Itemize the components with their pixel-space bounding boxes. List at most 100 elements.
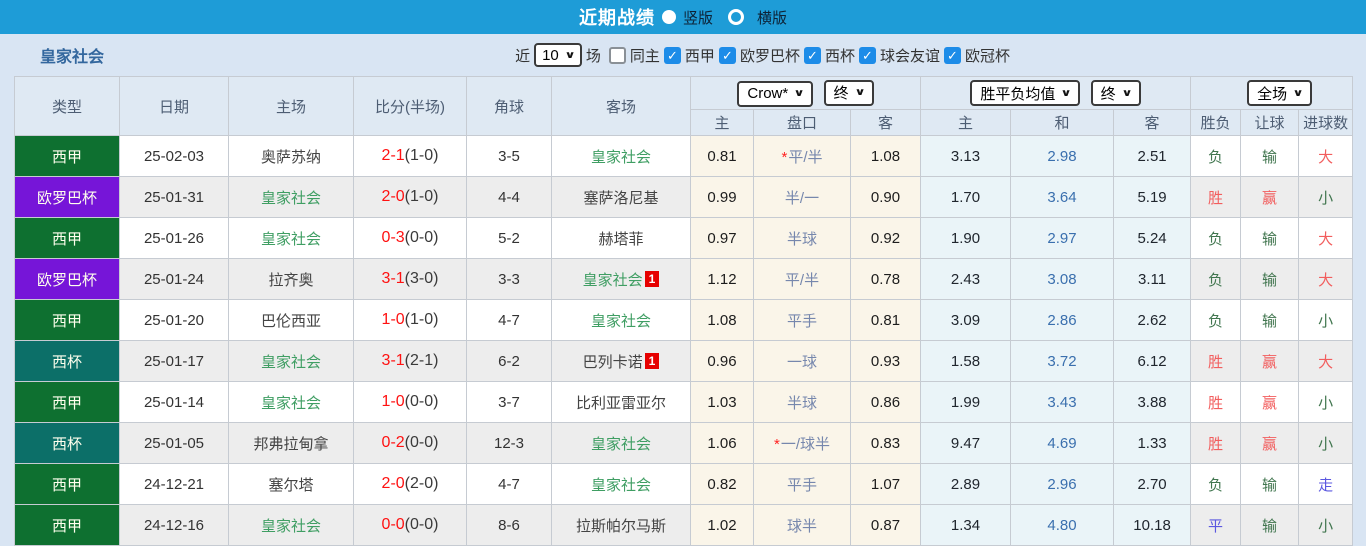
star-icon: * xyxy=(781,148,788,166)
avg-stage-select[interactable]: 终 ∨ xyxy=(1090,80,1141,106)
league-checkbox[interactable]: ✓ xyxy=(858,46,876,64)
table-row: 西甲 25-01-20 巴伦西亚 1-0(1-0) 4-7 皇家社会 1.08 平手 0.81 3… xyxy=(14,299,1354,341)
league-badge: 欧罗巴杯 xyxy=(14,176,120,218)
odds-home: 0.81 xyxy=(690,135,754,177)
filter-bar: 皇家社会 近 10 ∨ 场 同主 ✓ 西甲 ✓ 欧罗巴杯 ✓ 西杯 ✓ 球会友谊 ✓ 欧冠杯 xyxy=(0,34,1366,76)
odds-stage-select[interactable]: 终 ∨ xyxy=(823,79,874,106)
sub-header-odds-home: 主 xyxy=(690,109,754,136)
team-name[interactable]: 皇家社会 xyxy=(40,43,104,67)
chevron-down-icon: ∨ xyxy=(1060,87,1073,99)
result-handicap: 赢 xyxy=(1240,422,1300,464)
halftime-score: (2-1) xyxy=(404,352,439,369)
home-team[interactable]: 皇家社会 xyxy=(228,340,354,382)
league-label[interactable]: 西甲 xyxy=(685,45,715,66)
home-team[interactable]: 皇家社会 xyxy=(228,176,354,218)
games-label: 场 xyxy=(585,47,601,65)
odds-away: 0.81 xyxy=(849,299,922,341)
league-label[interactable]: 球会友谊 xyxy=(880,45,940,66)
wdl-avg-select[interactable]: 胜平负均值 ∨ xyxy=(970,80,1081,106)
away-team[interactable]: 赫塔菲 xyxy=(551,217,691,259)
fulltime-score: 1-0 xyxy=(381,311,405,328)
filters: 近 10 ∨ 场 同主 ✓ 西甲 ✓ 欧罗巴杯 ✓ 西杯 ✓ 球会友谊 ✓ 欧冠杯 xyxy=(511,43,1014,67)
avg-lose: 6.12 xyxy=(1113,340,1192,382)
away-team[interactable]: 塞萨洛尼基 xyxy=(551,176,691,218)
results-tbody: 西甲 25-02-03 奥萨苏纳 2-1(1-0) 3-5 皇家社会 0.81 *平/半 1.0… xyxy=(14,135,1354,546)
score: 2-0(2-0) xyxy=(353,463,467,505)
avg-lose: 5.19 xyxy=(1113,176,1192,218)
star-icon: * xyxy=(773,435,780,453)
away-team[interactable]: 皇家社会 xyxy=(551,299,691,341)
same-home-checkbox[interactable] xyxy=(608,46,626,64)
league-badge: 西甲 xyxy=(14,504,120,546)
league-checkbox[interactable]: ✓ xyxy=(663,46,681,64)
sub-header-odds-away: 客 xyxy=(849,109,922,136)
table-row: 西甲 25-01-26 皇家社会 0-3(0-0) 5-2 赫塔菲 0.97 半球 0.92 1.… xyxy=(14,217,1354,259)
avg-draw: 4.69 xyxy=(1010,422,1115,464)
table-row: 欧罗巴杯 25-01-31 皇家社会 2-0(1-0) 4-4 塞萨洛尼基 0.99 半/一 0… xyxy=(14,176,1354,218)
home-team[interactable]: 皇家社会 xyxy=(228,504,354,546)
match-count-select[interactable]: 10 ∨ xyxy=(534,43,582,67)
home-team[interactable]: 塞尔塔 xyxy=(228,463,354,505)
league-filter-4: ✓ 欧冠杯 xyxy=(943,45,1014,66)
avg-draw: 2.86 xyxy=(1010,299,1115,341)
corners: 12-3 xyxy=(466,422,552,464)
result-goals: 小 xyxy=(1298,176,1354,218)
radio-vertical-label[interactable]: 竖版 xyxy=(683,7,713,28)
away-team[interactable]: 皇家社会 xyxy=(551,463,691,505)
away-team[interactable]: 皇家社会 xyxy=(551,422,691,464)
header-row-groups: 类型 日期 主场 比分(半场) 角球 客场 Crow* ∨ 终 ∨ 胜平负均值 … xyxy=(14,76,1354,136)
col-header-home: 主场 xyxy=(228,76,354,136)
league-label[interactable]: 欧冠杯 xyxy=(965,45,1010,66)
col-header-type: 类型 xyxy=(14,76,120,136)
away-team[interactable]: 拉斯帕尔马斯 xyxy=(551,504,691,546)
result-handicap: 输 xyxy=(1240,217,1300,259)
away-team[interactable]: 皇家社会 xyxy=(551,135,691,177)
col-header-date: 日期 xyxy=(119,76,229,136)
result-goals: 小 xyxy=(1298,299,1354,341)
table-row: 西甲 24-12-21 塞尔塔 2-0(2-0) 4-7 皇家社会 0.82 平手 1.07 2.… xyxy=(14,463,1354,505)
avg-lose: 10.18 xyxy=(1113,504,1192,546)
corners: 5-2 xyxy=(466,217,552,259)
table-row: 欧罗巴杯 25-01-24 拉齐奥 3-1(3-0) 3-3 皇家社会 1 1.12 平/半 0.… xyxy=(14,258,1354,300)
corners: 3-7 xyxy=(466,381,552,423)
table-row: 西杯 25-01-05 邦弗拉甸拿 0-2(0-0) 12-3 皇家社会 1.06 *一/球半… xyxy=(14,422,1354,464)
avg-draw: 2.97 xyxy=(1010,217,1115,259)
league-badge: 欧罗巴杯 xyxy=(14,258,120,300)
league-label[interactable]: 欧罗巴杯 xyxy=(740,45,800,66)
league-checkbox[interactable]: ✓ xyxy=(803,46,821,64)
avg-win: 3.09 xyxy=(920,299,1012,341)
same-home-label[interactable]: 同主 xyxy=(630,45,660,66)
away-team[interactable]: 比利亚雷亚尔 xyxy=(551,381,691,423)
match-date: 24-12-16 xyxy=(119,504,229,546)
radio-horizontal-label[interactable]: 横版 xyxy=(757,7,787,28)
home-team[interactable]: 皇家社会 xyxy=(228,217,354,259)
home-team[interactable]: 皇家社会 xyxy=(228,381,354,423)
chevron-down-icon: ∨ xyxy=(793,88,805,99)
league-checkbox[interactable]: ✓ xyxy=(943,46,961,64)
away-team[interactable]: 巴列卡诺 1 xyxy=(551,340,691,382)
odds-home: 0.96 xyxy=(690,340,754,382)
odds-company-select[interactable]: Crow* ∨ xyxy=(737,80,814,107)
odds-away: 0.86 xyxy=(849,381,922,423)
home-team[interactable]: 奥萨苏纳 xyxy=(228,135,354,177)
league-checkbox[interactable]: ✓ xyxy=(718,46,736,64)
league-label[interactable]: 西杯 xyxy=(825,45,855,66)
odds-away: 1.07 xyxy=(849,463,922,505)
league-filters: ✓ 西甲 ✓ 欧罗巴杯 ✓ 西杯 ✓ 球会友谊 ✓ 欧冠杯 xyxy=(663,45,1014,66)
handicap: *平/半 xyxy=(753,135,851,177)
home-team[interactable]: 拉齐奥 xyxy=(228,258,354,300)
fulltime-score: 2-0 xyxy=(381,475,405,492)
league-badge: 西甲 xyxy=(14,381,120,423)
sub-header-result-handicap: 让球 xyxy=(1240,109,1300,136)
radio-horizontal[interactable] xyxy=(728,9,744,25)
odds-home: 1.02 xyxy=(690,504,754,546)
radio-vertical[interactable] xyxy=(661,10,676,24)
col-header-score: 比分(半场) xyxy=(353,76,467,136)
scope-select[interactable]: 全场 ∨ xyxy=(1247,80,1313,106)
halftime-score: (0-0) xyxy=(404,516,439,533)
result-wdl: 胜 xyxy=(1190,176,1242,218)
avg-win: 1.58 xyxy=(920,340,1012,382)
away-team[interactable]: 皇家社会 1 xyxy=(551,258,691,300)
home-team[interactable]: 巴伦西亚 xyxy=(228,299,354,341)
home-team[interactable]: 邦弗拉甸拿 xyxy=(228,422,354,464)
